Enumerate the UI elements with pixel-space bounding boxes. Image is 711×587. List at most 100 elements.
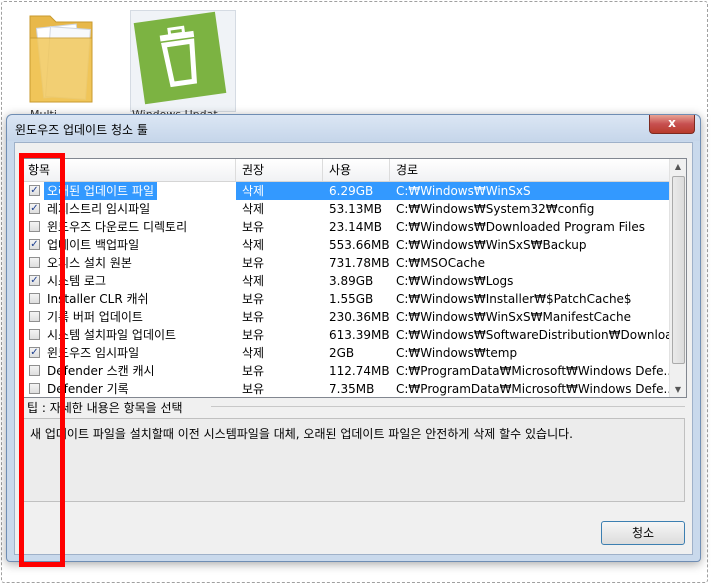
item-recommendation: 보유 <box>242 382 265 396</box>
item-cell: ✓ 오래된 업데이트 파일 <box>22 182 236 200</box>
client-area: 항목 권장 사용 경로 ✓ 오래된 업데이트 파일 삭제 6.29GB C:₩Windo… <box>14 142 693 555</box>
item-name: 시스템 로그 <box>47 274 107 288</box>
windows-update-cleaner-shortcut[interactable] <box>130 10 236 112</box>
item-cell: 윈도우즈 다운로드 디렉토리 <box>22 218 236 236</box>
list-item[interactable]: Defender 스캔 캐시 보유 112.74MB C:₩ProgramData₩M… <box>22 362 670 380</box>
item-name: 기록 버퍼 업데이트 <box>47 310 143 324</box>
tip-description-text: 새 업데이트 파일을 설치할때 이전 시스템파일을 대체, 오래된 업데이트 파… <box>30 427 573 441</box>
item-checkbox[interactable] <box>29 293 40 304</box>
list-item[interactable]: 윈도우즈 다운로드 디렉토리 보유 23.14MB C:₩Windows₩Downlo… <box>22 218 670 236</box>
item-checkbox[interactable] <box>29 329 40 340</box>
list-header: 항목 권장 사용 경로 <box>22 159 670 182</box>
cleanup-items-list[interactable]: 항목 권장 사용 경로 ✓ 오래된 업데이트 파일 삭제 6.29GB C:₩Windo… <box>21 158 687 398</box>
item-path: C:₩Windows₩Installer₩$PatchCache$ <box>396 292 632 306</box>
column-header-size[interactable]: 사용 <box>323 159 390 181</box>
item-recommendation: 삭제 <box>236 182 323 200</box>
item-path: C:₩ProgramData₩Microsoft₩Windows Defe... <box>396 382 670 396</box>
scroll-thumb[interactable] <box>672 176 685 364</box>
item-cell: 기록 버퍼 업데이트 <box>22 308 236 326</box>
item-cell: ✓ 윈도우즈 임시파일 <box>22 344 236 362</box>
item-recommendation: 보유 <box>242 292 265 306</box>
item-path: C:₩ProgramData₩Microsoft₩Windows Defe... <box>396 364 670 378</box>
item-cell: ✓ 레지스트리 임시파일 <box>22 200 236 218</box>
list-item[interactable]: ✓ 업데이트 백업파일 삭제 553.66MB C:₩Windows₩WinSxS₩Ba… <box>22 236 670 254</box>
trash-icon <box>133 11 227 105</box>
item-size: 1.55GB <box>329 292 374 306</box>
item-path: C:₩Windows₩SoftwareDistribution₩Download <box>396 328 670 342</box>
column-header-path[interactable]: 경로 <box>390 159 670 181</box>
item-cell: 시스템 설치파일 업데이트 <box>22 326 236 344</box>
item-cell: Defender 스캔 캐시 <box>22 362 236 380</box>
close-button[interactable]: x <box>649 115 695 134</box>
item-checkbox[interactable]: ✓ <box>29 239 40 250</box>
item-size: 53.13MB <box>329 202 382 216</box>
tip-group-divider <box>211 406 685 407</box>
scroll-up-icon[interactable]: ▲ <box>671 159 685 174</box>
item-name: 윈도우즈 임시파일 <box>47 346 140 360</box>
tip-group-label: 팁 : 자세한 내용은 항목을 선택 <box>27 401 183 415</box>
list-item[interactable]: ✓ 시스템 로그 삭제 3.89GB C:₩Windows₩Logs <box>22 272 670 290</box>
item-recommendation: 보유 <box>242 364 265 378</box>
item-name: 오래된 업데이트 파일 <box>44 182 157 200</box>
item-recommendation: 보유 <box>242 256 265 270</box>
list-item[interactable]: ✓ 레지스트리 임시파일 삭제 53.13MB C:₩Windows₩System32₩… <box>22 200 670 218</box>
item-checkbox[interactable] <box>29 221 40 232</box>
item-name: 시스템 설치파일 업데이트 <box>47 328 177 342</box>
item-name: Defender 스캔 캐시 <box>47 364 155 378</box>
item-name: 레지스트리 임시파일 <box>47 202 151 216</box>
item-size: 613.39MB <box>329 328 390 342</box>
item-path: C:₩Windows₩WinSxS <box>390 182 670 200</box>
list-item[interactable]: Defender 기록 보유 7.35MB C:₩ProgramData₩Micros… <box>22 380 670 397</box>
list-scrollbar[interactable]: ▲ ▼ <box>669 159 686 397</box>
scroll-down-icon[interactable]: ▼ <box>671 382 685 397</box>
item-name: 윈도우즈 다운로드 디렉토리 <box>47 220 188 234</box>
list-item[interactable]: 오피스 설치 원본 보유 731.78MB C:₩MSOCache <box>22 254 670 272</box>
item-size: 3.89GB <box>329 274 374 288</box>
tip-description-box: 새 업데이트 파일을 설치할때 이전 시스템파일을 대체, 오래된 업데이트 파… <box>21 418 685 502</box>
item-path: C:₩Windows₩Downloaded Program Files <box>396 220 645 234</box>
column-header-item[interactable]: 항목 <box>22 159 236 181</box>
item-recommendation: 보유 <box>242 328 265 342</box>
item-checkbox[interactable]: ✓ <box>29 347 40 358</box>
list-item[interactable]: 시스템 설치파일 업데이트 보유 613.39MB C:₩Windows₩Softwa… <box>22 326 670 344</box>
item-path: C:₩MSOCache <box>396 256 486 270</box>
window-title: 윈도우즈 업데이트 청소 툴 <box>15 123 148 137</box>
item-checkbox[interactable] <box>29 383 40 394</box>
item-name: Defender 기록 <box>47 382 129 396</box>
item-checkbox[interactable] <box>29 311 40 322</box>
list-item[interactable]: ✓ 윈도우즈 임시파일 삭제 2GB C:₩Windows₩temp <box>22 344 670 362</box>
item-cell: 오피스 설치 원본 <box>22 254 236 272</box>
item-path: C:₩Windows₩System32₩config <box>396 202 595 216</box>
item-name: 오피스 설치 원본 <box>47 256 132 270</box>
item-checkbox[interactable]: ✓ <box>29 203 40 214</box>
item-cell: Defender 기록 <box>22 380 236 397</box>
folder-icon[interactable] <box>26 8 98 108</box>
title-bar[interactable]: 윈도우즈 업데이트 청소 툴 x <box>7 115 700 141</box>
item-checkbox[interactable] <box>29 365 40 376</box>
item-cell: Installer CLR 캐쉬 <box>22 290 236 308</box>
item-size: 230.36MB <box>329 310 390 324</box>
item-recommendation: 삭제 <box>242 202 265 216</box>
item-checkbox[interactable] <box>29 257 40 268</box>
list-item[interactable]: ✓ 오래된 업데이트 파일 삭제 6.29GB C:₩Windows₩WinSxS <box>22 182 670 200</box>
item-path: C:₩Windows₩WinSxS₩Backup <box>396 238 587 252</box>
close-icon: x <box>668 116 676 130</box>
column-header-recommend[interactable]: 권장 <box>236 159 323 181</box>
item-checkbox[interactable]: ✓ <box>29 275 40 286</box>
item-size: 7.35MB <box>329 382 375 396</box>
item-checkbox[interactable]: ✓ <box>29 185 40 196</box>
item-size: 23.14MB <box>329 220 382 234</box>
item-size: 6.29GB <box>323 182 390 200</box>
item-recommendation: 삭제 <box>242 346 265 360</box>
list-item[interactable]: 기록 버퍼 업데이트 보유 230.36MB C:₩Windows₩WinSxS₩Ma… <box>22 308 670 326</box>
item-recommendation: 삭제 <box>242 274 265 288</box>
list-body: ✓ 오래된 업데이트 파일 삭제 6.29GB C:₩Windows₩WinSxS ✓ 레지… <box>22 182 670 397</box>
item-size: 112.74MB <box>329 364 390 378</box>
item-recommendation: 보유 <box>242 310 265 324</box>
list-item[interactable]: Installer CLR 캐쉬 보유 1.55GB C:₩Windows₩Insta… <box>22 290 670 308</box>
clean-button[interactable]: 청소 <box>601 521 685 545</box>
item-name: Installer CLR 캐쉬 <box>47 292 149 306</box>
item-path: C:₩Windows₩temp <box>396 346 518 360</box>
item-size: 2GB <box>329 346 355 360</box>
item-recommendation: 보유 <box>242 220 265 234</box>
